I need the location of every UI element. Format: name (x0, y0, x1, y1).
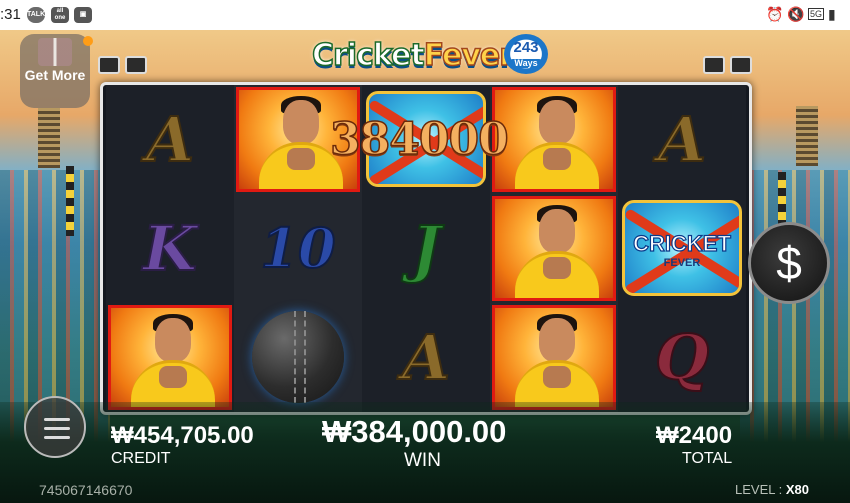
wild-text: CRICKET (633, 230, 732, 256)
symbol-letter: K (142, 211, 198, 286)
symbol-player-winning (490, 303, 618, 412)
reel-4 (490, 85, 618, 412)
reel-5: A CRICKET FEVER Q (618, 85, 746, 412)
ways-badge: 243 Ways (504, 34, 548, 74)
allone-icon: all one (51, 7, 69, 23)
photo-icon: ▣ (74, 7, 92, 23)
gift-icon (38, 38, 72, 66)
symbol-player-winning (490, 194, 618, 303)
talk-icon: TALK (27, 7, 45, 23)
symbol-letter: J (410, 211, 441, 286)
alarm-icon: ⏰ (766, 6, 784, 22)
get-more-button[interactable]: Get More (20, 34, 93, 108)
spotlight-icon (125, 56, 147, 74)
cricket-ball-icon (252, 311, 344, 403)
menu-button[interactable] (24, 396, 86, 458)
symbol-k: K (106, 194, 234, 303)
logo-title: Cricket (311, 37, 425, 74)
reel-1: A K (106, 85, 234, 412)
ways-count: 243 (513, 39, 539, 56)
logo-title-fever: Fever (423, 37, 515, 74)
light-tower-icon (796, 106, 818, 166)
player-symbol (492, 305, 616, 410)
flag-icon (66, 166, 74, 236)
spin-button[interactable]: $ (748, 222, 830, 304)
symbol-letter: A (401, 320, 451, 395)
game-logo: CricketFever 243 Ways (311, 32, 548, 84)
symbol-ball (234, 303, 362, 412)
win-label: WIN (404, 450, 441, 471)
player-symbol (492, 87, 616, 192)
status-bar: :31 TALK all one ▣ ⏰ 🔇 5G ▮ (0, 0, 850, 30)
win-value: ₩384,000.00 (322, 414, 507, 449)
level-value: X80 (785, 482, 809, 497)
total-bet-value[interactable]: ₩2400 (656, 422, 732, 450)
notification-dot (83, 36, 93, 46)
credit-value: ₩454,705.00 (111, 422, 254, 449)
mute-icon: 🔇 (787, 6, 805, 22)
wild-symbol: CRICKET FEVER (622, 200, 742, 296)
menu-line (44, 436, 70, 439)
player-symbol (492, 196, 616, 301)
menu-line (44, 418, 70, 421)
symbol-wild: CRICKET FEVER (618, 194, 746, 303)
symbol-player-winning (106, 303, 234, 412)
symbol-letter: 10 (259, 215, 336, 281)
spotlight-icon (98, 56, 120, 74)
symbol-10: 10 (234, 194, 362, 303)
signal-icon: ▮ (828, 6, 836, 22)
total-bet-label: TOTAL (682, 450, 733, 467)
symbol-letter: Q (654, 320, 710, 395)
symbol-letter: A (145, 102, 195, 177)
status-time: :31 (0, 6, 21, 23)
ways-label: Ways (509, 59, 543, 68)
get-more-label: Get More (24, 67, 86, 83)
player-symbol (108, 305, 232, 410)
symbol-letter: A (657, 102, 707, 177)
menu-line (44, 427, 70, 430)
symbol-a: A (362, 303, 490, 412)
spotlight-icon (730, 56, 752, 74)
network-5g-icon: 5G (808, 8, 825, 20)
level-indicator: LEVEL : X80 (735, 482, 809, 497)
level-label: LEVEL : (735, 482, 786, 497)
win-amount-overlay: 384000 (329, 113, 509, 166)
wild-subtext: FEVER (663, 257, 701, 269)
symbol-q: Q (618, 303, 746, 412)
symbol-j: J (362, 194, 490, 303)
logo-text: CricketFever (311, 37, 515, 74)
game-scene: CricketFever 243 Ways Get More A K 10 J … (0, 30, 850, 503)
game-round-id: 745067146670 (39, 482, 133, 498)
symbol-a: A (618, 85, 746, 194)
light-tower-icon (38, 108, 60, 168)
credit-label: CREDIT (111, 450, 171, 467)
spotlight-icon (703, 56, 725, 74)
symbol-player-winning (490, 85, 618, 194)
symbol-a: A (106, 85, 234, 194)
